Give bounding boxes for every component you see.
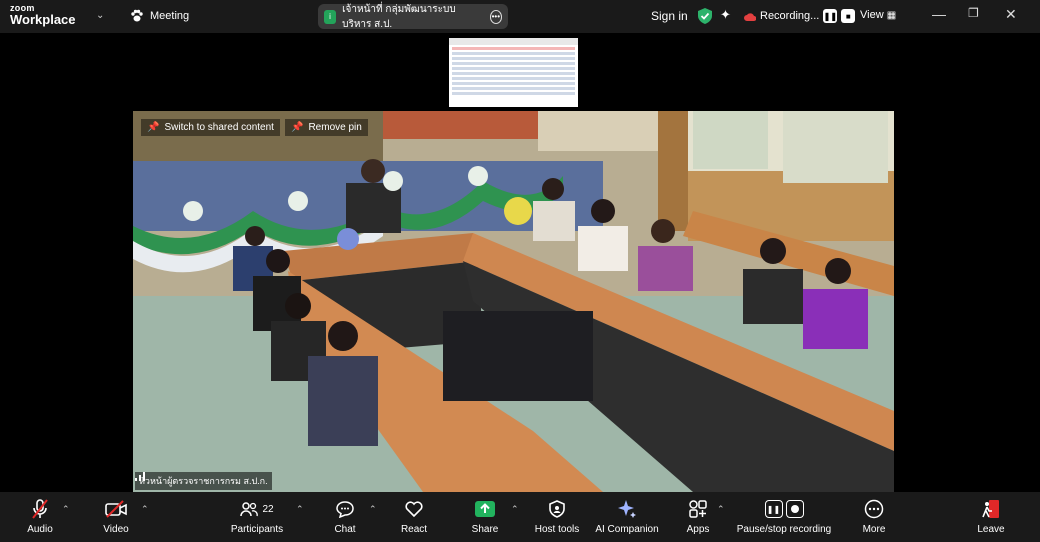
leave-door-icon xyxy=(982,500,999,518)
apps-button[interactable]: Apps xyxy=(684,498,712,535)
participants-options-caret-icon[interactable]: ⌃ xyxy=(296,504,304,515)
thumbnail-row xyxy=(452,47,575,50)
recording-label: Recording... xyxy=(760,10,820,22)
speaker-name-tag: หัวหน้าผู้ตรวจราชการกรม ส.ป.ก. xyxy=(135,472,272,490)
thumbnail-row xyxy=(452,52,575,55)
share-label: Share xyxy=(471,524,499,535)
cloud-record-icon xyxy=(744,12,756,21)
pause-recording-icon: ❚❚ xyxy=(764,500,783,518)
remove-pin-button[interactable]: 📌 Remove pin xyxy=(285,119,368,136)
paw-icon xyxy=(131,9,143,22)
minimize-icon[interactable]: — xyxy=(932,6,946,22)
apps-label: Apps xyxy=(686,524,710,535)
host-tools-shield-icon xyxy=(549,500,565,518)
thumbnail-row xyxy=(452,72,575,75)
zoom-workplace-logo[interactable]: zoom Workplace xyxy=(10,4,76,27)
meeting-info-pill[interactable]: i เจ้าหน้าที่ กลุ่มพัฒนาระบบบริหาร ส.ป. … xyxy=(318,3,508,30)
remove-pin-label: Remove pin xyxy=(308,122,362,133)
brand-bottom: Workplace xyxy=(10,12,76,27)
video-options-caret-icon[interactable]: ⌃ xyxy=(141,504,149,515)
host-tools-label: Host tools xyxy=(534,524,580,535)
share-options-caret-icon[interactable]: ⌃ xyxy=(511,504,519,515)
shared-content-thumbnail[interactable] xyxy=(449,38,578,107)
chat-button[interactable]: Chat xyxy=(328,498,362,535)
participants-button[interactable]: 22 Participants xyxy=(228,498,286,535)
thumbnail-row xyxy=(452,92,575,95)
ai-companion-button[interactable]: AI Companion xyxy=(594,498,660,535)
speaker-name: หัวหน้าผู้ตรวจราชการกรม ส.ป.ก. xyxy=(139,476,268,486)
thumbnail-row xyxy=(452,82,575,85)
stop-recording-icon xyxy=(785,500,804,518)
unpin-icon: 📌 xyxy=(291,122,304,133)
meeting-controls: Audio ⌃ Video ⌃ 22 Participants ⌃ Chat ⌃… xyxy=(0,492,1040,542)
chat-bubble-icon xyxy=(336,501,354,518)
switch-to-shared-content-button[interactable]: 📌 Switch to shared content xyxy=(141,119,280,136)
ai-sparkle-icon[interactable]: ✦ xyxy=(720,7,731,23)
thumbnail-row xyxy=(452,87,575,90)
thumbnail-row xyxy=(452,67,575,70)
sign-in-link[interactable]: Sign in xyxy=(651,9,688,23)
audio-label: Audio xyxy=(27,524,53,535)
apps-grid-icon xyxy=(689,500,707,518)
ai-companion-sparkle-icon xyxy=(618,500,636,518)
view-label: View xyxy=(860,9,884,21)
meeting-label: Meeting xyxy=(150,10,190,22)
meeting-info-icon: i xyxy=(324,9,337,24)
thumbnail-row xyxy=(452,77,575,80)
signal-bars-icon xyxy=(135,472,145,481)
pause-icon[interactable]: ❚❚ xyxy=(823,9,838,23)
restore-window-icon[interactable]: ❐ xyxy=(968,6,979,20)
security-shield-icon[interactable] xyxy=(698,8,712,24)
view-menu[interactable]: View ▦ xyxy=(860,9,896,21)
camera-off-icon xyxy=(105,500,127,518)
host-tools-button[interactable]: Host tools xyxy=(532,498,582,535)
video-button[interactable]: Video xyxy=(96,498,136,535)
participants-icon xyxy=(240,502,259,517)
ai-companion-label: AI Companion xyxy=(595,524,659,535)
participants-label: Participants xyxy=(230,524,284,535)
pause-stop-label: Pause/stop recording xyxy=(736,524,832,535)
meeting-name: เจ้าหน้าที่ กลุ่มพัฒนาระบบบริหาร ส.ป. xyxy=(342,3,456,30)
chat-options-caret-icon[interactable]: ⌃ xyxy=(369,504,377,515)
more-options-icon[interactable]: ••• xyxy=(489,9,502,24)
switch-label: Switch to shared content xyxy=(164,122,274,133)
leave-button[interactable]: Leave xyxy=(974,498,1008,535)
grid-view-icon: ▦ xyxy=(886,10,897,21)
chat-label: Chat xyxy=(334,524,356,535)
title-bar: zoom Workplace ⌄ Meeting i เจ้าหน้าที่ ก… xyxy=(0,0,1040,33)
react-label: React xyxy=(400,524,428,535)
share-screen-icon xyxy=(475,501,495,517)
heart-icon xyxy=(405,501,423,518)
audio-options-caret-icon[interactable]: ⌃ xyxy=(62,504,70,515)
apps-options-caret-icon[interactable]: ⌃ xyxy=(717,504,725,515)
recording-status: Recording... ❚❚ ■ xyxy=(744,9,856,23)
thumbnail-header xyxy=(449,38,578,45)
video-label: Video xyxy=(103,524,129,535)
pinned-video[interactable]: 📌 Switch to shared content 📌 Remove pin … xyxy=(133,111,894,492)
audio-button[interactable]: Audio xyxy=(20,498,60,535)
close-icon[interactable]: ✕ xyxy=(1005,6,1017,23)
thumbnail-row xyxy=(452,62,575,65)
react-button[interactable]: React xyxy=(398,498,430,535)
more-label: More xyxy=(862,524,886,535)
microphone-muted-icon xyxy=(32,499,48,519)
leave-label: Leave xyxy=(977,524,1005,535)
stop-icon[interactable]: ■ xyxy=(841,9,856,23)
participants-count: 22 xyxy=(262,503,274,515)
more-button[interactable]: More xyxy=(858,498,890,535)
pause-stop-recording-button[interactable]: ❚❚ Pause/stop recording xyxy=(734,498,834,535)
meeting-room-scene xyxy=(133,111,894,492)
chevron-down-icon[interactable]: ⌄ xyxy=(96,10,104,21)
more-dots-icon xyxy=(864,499,884,519)
meeting-menu[interactable]: Meeting xyxy=(130,9,189,23)
share-button[interactable]: Share xyxy=(470,498,500,535)
pin-icon: 📌 xyxy=(147,122,160,133)
thumbnail-row xyxy=(452,57,575,60)
